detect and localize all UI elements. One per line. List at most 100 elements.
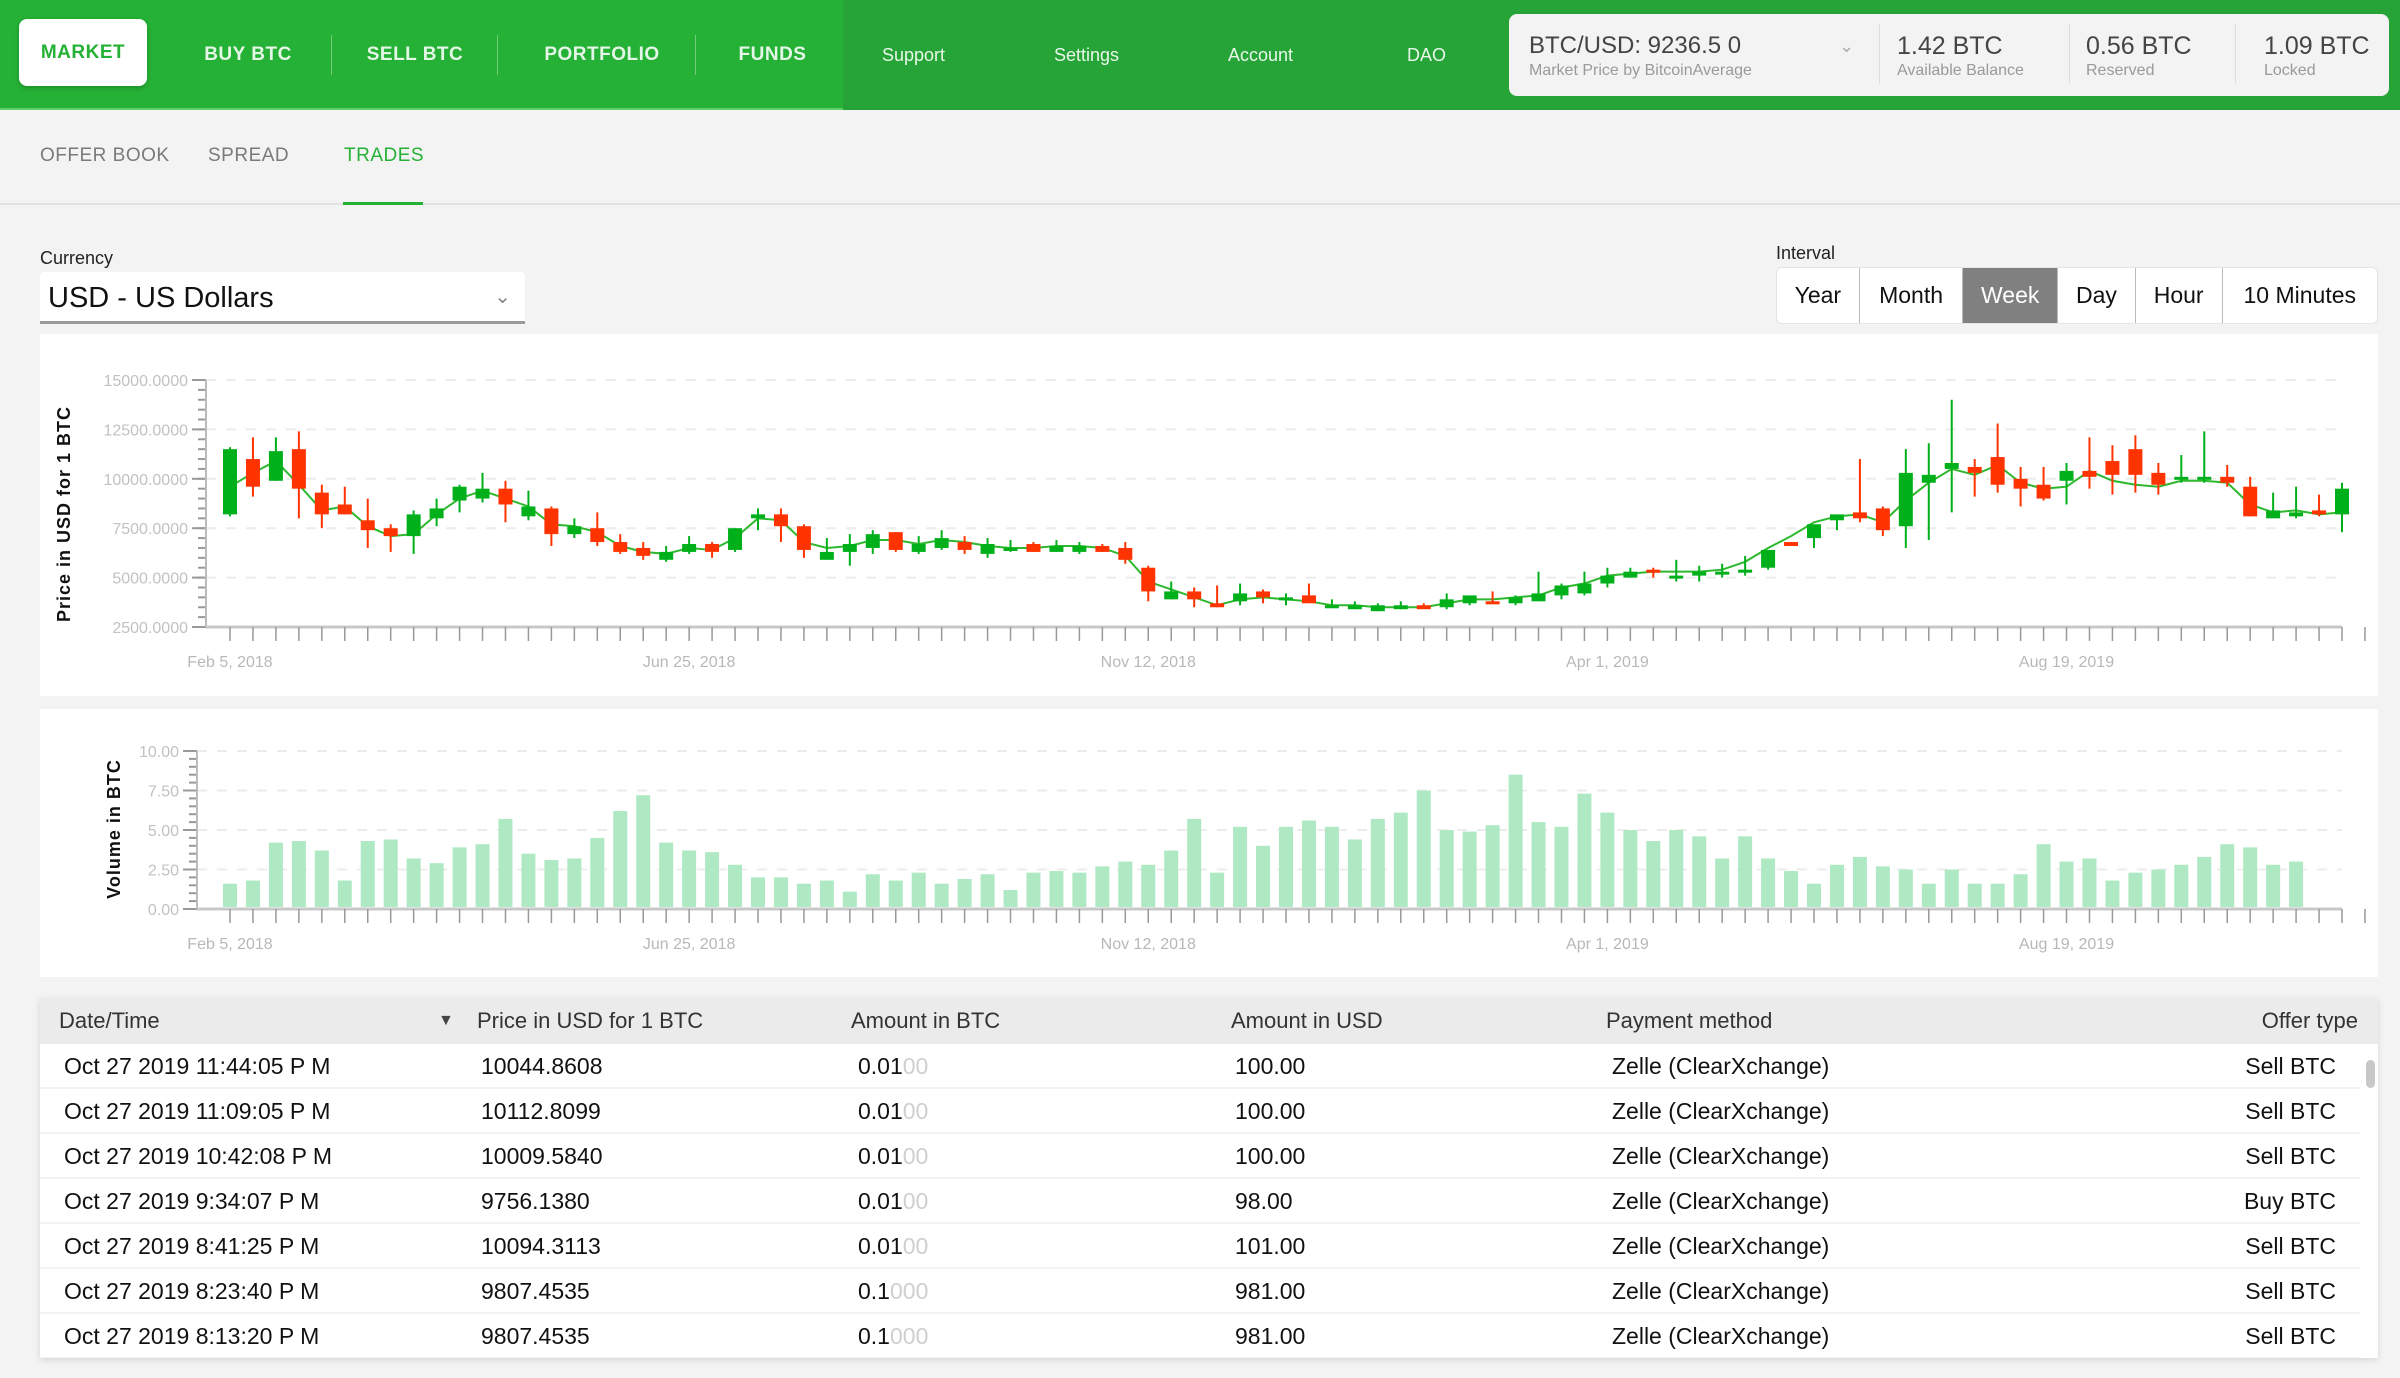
- candle-up[interactable]: [728, 528, 743, 552]
- volume-bar[interactable]: [934, 883, 949, 907]
- volume-bar[interactable]: [337, 880, 352, 907]
- volume-bar[interactable]: [360, 841, 375, 907]
- candle-up[interactable]: [1439, 593, 1454, 610]
- candle-up[interactable]: [1921, 443, 1936, 541]
- volume-bar[interactable]: [2059, 861, 2074, 907]
- volume-bar[interactable]: [819, 880, 834, 907]
- volume-bar[interactable]: [728, 864, 743, 907]
- candle-down[interactable]: [1187, 587, 1202, 608]
- volume-bar[interactable]: [1347, 839, 1362, 907]
- volume-bar[interactable]: [1210, 872, 1225, 907]
- candle-up[interactable]: [1807, 524, 1821, 548]
- candle-down[interactable]: [2243, 476, 2258, 517]
- volume-bar[interactable]: [705, 852, 720, 907]
- candle-down[interactable]: [773, 508, 788, 543]
- candle-up[interactable]: [865, 530, 880, 554]
- candle-down[interactable]: [1485, 591, 1500, 605]
- candle-down[interactable]: [590, 512, 605, 546]
- candle-up[interactable]: [1944, 399, 1959, 513]
- volume-bar[interactable]: [2036, 844, 2051, 907]
- candle-down[interactable]: [2013, 466, 2028, 507]
- candle-up[interactable]: [659, 545, 674, 562]
- currency-select[interactable]: USD - US Dollars ⌄: [40, 272, 525, 324]
- volume-bar[interactable]: [1875, 866, 1890, 907]
- nav-support[interactable]: Support: [882, 0, 945, 110]
- nav-settings[interactable]: Settings: [1054, 0, 1119, 110]
- price-candlestick-chart[interactable]: 15000.0000 12500.0000 10000.0000 7500.0000 5…: [40, 334, 2378, 696]
- volume-bar[interactable]: [613, 811, 628, 907]
- volume-bar[interactable]: [1187, 818, 1202, 907]
- volume-bar[interactable]: [406, 858, 421, 907]
- table-row[interactable]: Oct 27 2019 11:09:05 P M 10112.8099 0.0100…: [40, 1089, 2360, 1134]
- volume-bar[interactable]: [1577, 793, 1592, 907]
- volume-bar[interactable]: [1324, 826, 1339, 907]
- candle-up[interactable]: [1072, 542, 1087, 554]
- volume-bar[interactable]: [1416, 790, 1431, 908]
- volume-bar[interactable]: [1990, 883, 2005, 907]
- candle-down[interactable]: [383, 524, 398, 552]
- volume-bar[interactable]: [1967, 883, 1982, 907]
- candle-up[interactable]: [1692, 565, 1707, 582]
- candle-down[interactable]: [498, 480, 513, 523]
- candle-down[interactable]: [544, 506, 559, 546]
- interval-10-minutes[interactable]: 10 Minutes: [2223, 268, 2377, 323]
- volume-bar[interactable]: [1738, 836, 1753, 907]
- volume-bar[interactable]: [1531, 822, 1546, 907]
- candle-up[interactable]: [1393, 601, 1408, 610]
- table-row[interactable]: Oct 27 2019 8:13:20 P M 9807.4535 0.1000 98…: [40, 1314, 2360, 1358]
- volume-bar[interactable]: [1646, 841, 1661, 907]
- volume-bar[interactable]: [1462, 831, 1477, 907]
- tab-offer-book[interactable]: OFFER BOOK: [40, 145, 170, 167]
- interval-day[interactable]: Day: [2058, 268, 2136, 323]
- candle-up[interactable]: [1347, 601, 1362, 610]
- candle-up[interactable]: [1600, 567, 1615, 588]
- candle-up[interactable]: [1233, 583, 1248, 606]
- volume-bar[interactable]: [1439, 830, 1454, 907]
- candle-down[interactable]: [1256, 589, 1271, 604]
- volume-bar[interactable]: [1761, 858, 1776, 907]
- volume-bar[interactable]: [796, 883, 811, 907]
- candle-down[interactable]: [1141, 565, 1156, 602]
- volume-bar[interactable]: [1072, 872, 1087, 907]
- column-header-price[interactable]: Price in USD for 1 BTC: [477, 1008, 703, 1034]
- candle-up[interactable]: [1898, 449, 1913, 548]
- volume-bar[interactable]: [865, 874, 880, 907]
- volume-bar[interactable]: [567, 858, 582, 907]
- volume-bar[interactable]: [1118, 861, 1133, 907]
- candle-up[interactable]: [2197, 431, 2212, 483]
- candle-down[interactable]: [1095, 544, 1110, 552]
- volume-bar[interactable]: [383, 839, 398, 907]
- candle-down[interactable]: [1301, 583, 1316, 604]
- volume-bar[interactable]: [751, 877, 765, 907]
- candle-down[interactable]: [957, 536, 972, 554]
- volume-bar[interactable]: [521, 853, 536, 907]
- candle-up[interactable]: [2289, 486, 2304, 519]
- candle-up[interactable]: [223, 447, 237, 517]
- volume-bar[interactable]: [2220, 844, 2235, 907]
- candle-down[interactable]: [2151, 462, 2166, 495]
- candle-up[interactable]: [268, 437, 283, 481]
- volume-bar[interactable]: [1095, 866, 1110, 907]
- volume-bar[interactable]: [1256, 845, 1271, 907]
- candle-up[interactable]: [934, 530, 949, 550]
- candle-up[interactable]: [406, 510, 421, 554]
- volume-bar[interactable]: [636, 795, 651, 907]
- candle-down[interactable]: [613, 534, 628, 554]
- tab-spread[interactable]: SPREAD: [208, 145, 289, 167]
- candle-up[interactable]: [842, 534, 857, 566]
- candle-up[interactable]: [2335, 482, 2349, 533]
- volume-bar[interactable]: [1554, 826, 1569, 907]
- volume-bar[interactable]: [1829, 864, 1844, 907]
- volume-bar[interactable]: [1669, 830, 1684, 907]
- candle-down[interactable]: [796, 524, 811, 558]
- volume-bar[interactable]: [1715, 858, 1730, 907]
- volume-bar[interactable]: [1485, 825, 1500, 907]
- volume-bar[interactable]: [1026, 872, 1041, 907]
- volume-bar[interactable]: [1692, 836, 1707, 907]
- volume-bar[interactable]: [1508, 774, 1523, 907]
- column-header-amount-btc[interactable]: Amount in BTC: [851, 1008, 1000, 1034]
- interval-hour[interactable]: Hour: [2136, 268, 2223, 323]
- volume-bar[interactable]: [1233, 826, 1248, 907]
- volume-bar[interactable]: [314, 850, 329, 907]
- candle-up[interactable]: [682, 536, 697, 554]
